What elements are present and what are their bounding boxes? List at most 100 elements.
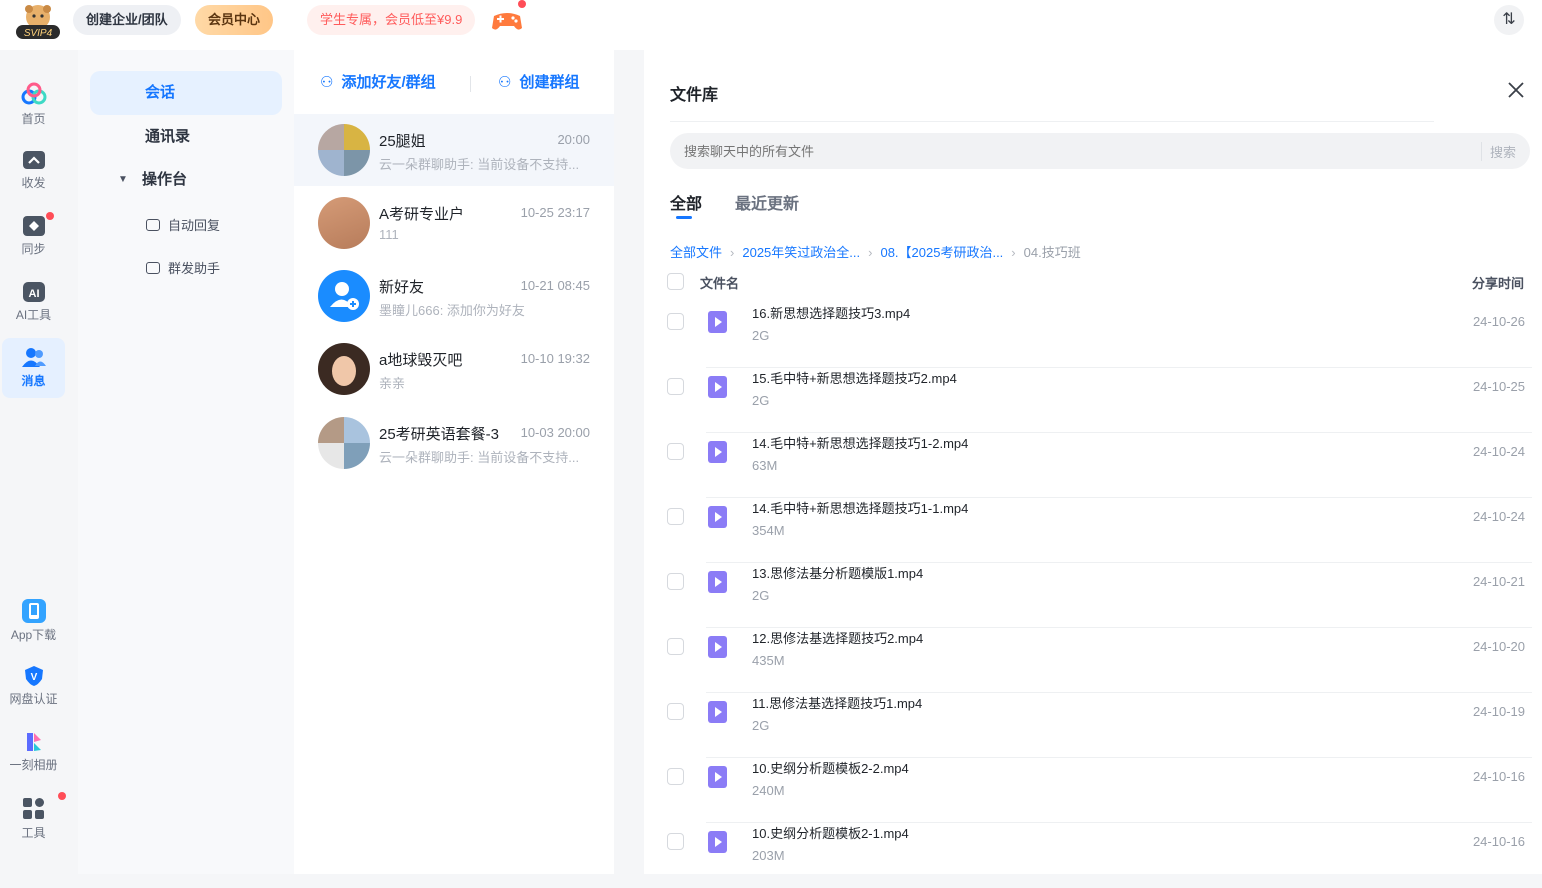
- rail-tools-label: 工具: [21, 826, 46, 840]
- rail-share-label: 收发: [21, 176, 46, 190]
- rail-app-download[interactable]: App下载: [2, 590, 65, 650]
- group-icon: ⚇: [498, 74, 512, 91]
- table-row[interactable]: 13.思修法基分析题模版1.mp4 2G 24-10-21: [666, 563, 1532, 628]
- rail-message[interactable]: 消息: [2, 338, 65, 398]
- sync-icon: [22, 216, 45, 236]
- table-row[interactable]: 15.毛中特+新思想选择题技巧2.mp4 2G 24-10-25: [666, 368, 1532, 433]
- search-input[interactable]: [684, 133, 1464, 169]
- conversation-preview: 云一朵群聊助手: 当前设备不支持...: [379, 450, 580, 465]
- conversation-item[interactable]: 新好友 10-21 08:45 墨瞳儿666: 添加你为好友: [294, 260, 614, 332]
- divider: [470, 76, 471, 92]
- create-team-button[interactable]: 创建企业/团队: [73, 5, 181, 35]
- conversation-name: 25考研英语套餐-3: [379, 426, 500, 443]
- rail-message-label: 消息: [21, 374, 46, 388]
- rail-verify-label: 网盘认证: [9, 692, 58, 706]
- gamepad-icon[interactable]: [490, 6, 524, 34]
- conversation-preview: 111: [379, 227, 399, 242]
- file-name: 14.毛中特+新思想选择题技巧1-1.mp4: [752, 501, 969, 516]
- svg-text:V: V: [30, 672, 37, 683]
- rail-album[interactable]: 一刻相册: [2, 722, 65, 782]
- rail-home[interactable]: 首页: [2, 74, 65, 134]
- table-row[interactable]: 10.史纲分析题模板2-2.mp4 240M 24-10-16: [666, 758, 1532, 823]
- conversation-item[interactable]: 25考研英语套餐-3 10-03 20:00 云一朵群聊助手: 当前设备不支持.…: [294, 407, 614, 479]
- row-checkbox[interactable]: [667, 638, 684, 655]
- video-file-icon: [708, 701, 727, 723]
- crumb-level-1[interactable]: 2025年笑过政治全...: [742, 245, 860, 260]
- table-row[interactable]: 10.史纲分析题模板2-1.mp4 203M 24-10-16: [666, 823, 1532, 888]
- tab-indicator: [676, 216, 692, 219]
- student-promo-button[interactable]: 学生专属，会员低至¥9.9: [307, 5, 476, 35]
- table-row[interactable]: 11.思修法基选择题技巧1.mp4 2G 24-10-19: [666, 693, 1532, 758]
- add-friend-label: 添加好友/群组: [341, 74, 436, 91]
- file-size: 203M: [752, 848, 785, 863]
- member-center-button[interactable]: 会员中心: [195, 5, 274, 35]
- row-checkbox[interactable]: [667, 313, 684, 330]
- tab-workbench-label: 操作台: [142, 171, 188, 188]
- divider: [670, 121, 1434, 122]
- tab-all[interactable]: 全部: [670, 190, 702, 214]
- tab-recent[interactable]: 最近更新: [735, 190, 799, 214]
- tab-contacts-label: 通讯录: [145, 128, 191, 145]
- row-checkbox[interactable]: [667, 703, 684, 720]
- file-date: 24-10-20: [1472, 639, 1525, 654]
- select-all-checkbox[interactable]: [667, 273, 684, 290]
- swap-icon[interactable]: ⇅: [1494, 5, 1524, 35]
- table-row[interactable]: 16.新思想选择题技巧3.mp4 2G 24-10-26: [666, 303, 1532, 368]
- video-file-icon: [708, 571, 727, 593]
- auto-reply-item[interactable]: 自动回复: [146, 215, 220, 234]
- conversation-preview: 云一朵群聊助手: 当前设备不支持...: [379, 157, 580, 172]
- rail-sync[interactable]: 同步: [2, 206, 65, 266]
- tab-session[interactable]: 会话: [90, 71, 282, 115]
- group-avatar: [318, 124, 370, 176]
- group-avatar: [318, 417, 370, 469]
- home-icon: [21, 82, 46, 105]
- row-checkbox[interactable]: [667, 378, 684, 395]
- file-date: 24-10-26: [1472, 314, 1525, 329]
- breadcrumb: 全部文件 › 2025年笑过政治全... › 08.【2025考研政治... › 04.技巧…: [670, 242, 1081, 261]
- rail-share[interactable]: 收发: [2, 140, 65, 200]
- conversation-name: a地球毁灭吧: [379, 352, 463, 369]
- video-file-icon: [708, 506, 727, 528]
- conversation-item[interactable]: 25腿姐 20:00 云一朵群聊助手: 当前设备不支持...: [294, 114, 614, 186]
- crumb-level-2[interactable]: 08.【2025考研政治...: [880, 245, 1003, 260]
- conversation-item[interactable]: a地球毁灭吧 10-10 19:32 亲亲: [294, 333, 614, 405]
- row-checkbox[interactable]: [667, 573, 684, 590]
- rail-ai[interactable]: AI AI工具: [2, 272, 65, 332]
- conversation-name: 新好友: [379, 279, 425, 296]
- row-checkbox[interactable]: [667, 768, 684, 785]
- ai-icon: AI: [22, 282, 45, 302]
- tab-workbench[interactable]: ▼ 操作台: [90, 158, 282, 202]
- group-send-item[interactable]: 群发助手: [146, 258, 220, 277]
- svip-logo-icon[interactable]: SVIP4: [14, 3, 62, 41]
- table-row[interactable]: 12.思修法基选择题技巧2.mp4 435M 24-10-20: [666, 628, 1532, 693]
- file-date: 24-10-21: [1472, 574, 1525, 589]
- row-checkbox[interactable]: [667, 833, 684, 850]
- close-icon[interactable]: [1506, 80, 1526, 100]
- row-checkbox[interactable]: [667, 508, 684, 525]
- table-row[interactable]: 14.毛中特+新思想选择题技巧1-2.mp4 63M 24-10-24: [666, 433, 1532, 498]
- file-date: 24-10-19: [1472, 704, 1525, 719]
- row-checkbox[interactable]: [667, 443, 684, 460]
- conversation-item[interactable]: A考研专业户 10-25 23:17 111: [294, 187, 614, 259]
- message-icon: [21, 348, 46, 367]
- crumb-all-files[interactable]: 全部文件: [670, 245, 722, 260]
- sync-badge: [46, 212, 54, 220]
- tab-contacts[interactable]: 通讯录: [90, 115, 282, 159]
- video-file-icon: [708, 311, 727, 333]
- conversation-name: 25腿姐: [379, 133, 426, 150]
- auto-reply-label: 自动回复: [168, 218, 221, 233]
- share-icon: [22, 151, 45, 169]
- col-share-time: 分享时间: [1471, 276, 1524, 291]
- create-group-button[interactable]: ⚇ 创建群组: [498, 68, 579, 98]
- chevron-right-icon: ›: [1011, 245, 1016, 260]
- file-name: 14.毛中特+新思想选择题技巧1-2.mp4: [752, 436, 969, 451]
- file-size: 354M: [752, 523, 785, 538]
- rail-tools[interactable]: 工具: [2, 788, 65, 848]
- splitter[interactable]: [614, 50, 644, 874]
- search-button[interactable]: 搜索: [1480, 142, 1516, 161]
- rail-verify[interactable]: V 网盘认证: [2, 656, 65, 716]
- search-bar: 搜索: [670, 133, 1530, 169]
- add-friend-button[interactable]: ⚇ 添加好友/群组: [320, 68, 436, 98]
- file-size: 2G: [752, 393, 770, 408]
- table-row[interactable]: 14.毛中特+新思想选择题技巧1-1.mp4 354M 24-10-24: [666, 498, 1532, 563]
